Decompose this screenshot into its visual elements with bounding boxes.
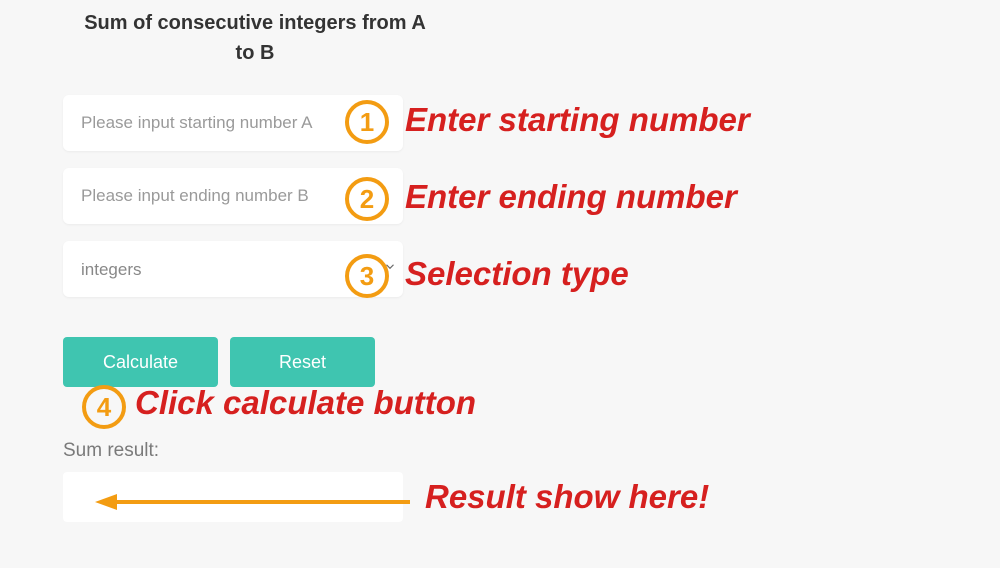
annotation-badge-1: 1 (345, 100, 389, 144)
type-select[interactable]: integers (81, 260, 385, 279)
annotation-badge-2: 2 (345, 177, 389, 221)
reset-button[interactable]: Reset (230, 337, 375, 387)
end-number-input[interactable] (81, 186, 385, 206)
annotation-text-1: Enter starting number (405, 101, 750, 139)
annotation-badge-4: 4 (82, 385, 126, 429)
annotation-text-4: Click calculate button (135, 384, 476, 422)
annotation-text-5: Result show here! (425, 478, 709, 516)
calculate-button[interactable]: Calculate (63, 337, 218, 387)
sum-result-label: Sum result: (63, 440, 159, 462)
arrow-left-icon (95, 492, 410, 512)
annotation-text-3: Selection type (405, 255, 629, 293)
annotation-text-2: Enter ending number (405, 178, 737, 216)
annotation-badge-3: 3 (345, 254, 389, 298)
start-number-input[interactable] (81, 113, 385, 133)
page-title: Sum of consecutive integers from A to B (75, 8, 435, 68)
